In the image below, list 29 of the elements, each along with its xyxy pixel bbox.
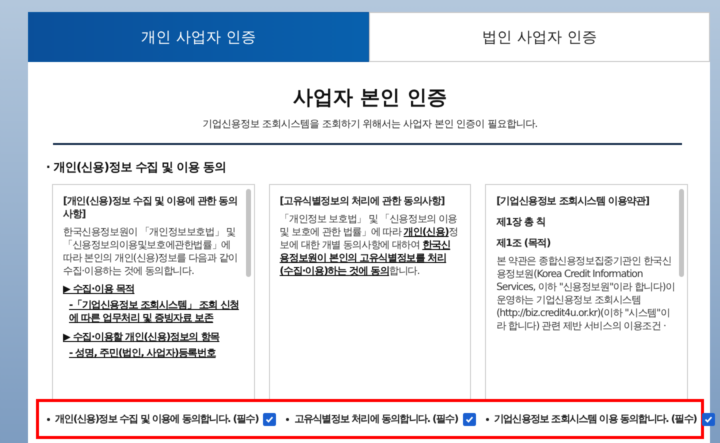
section-text: - 성명, 주민(법인, 사업자)등록번호 <box>68 347 217 360</box>
check-icon <box>704 414 713 424</box>
checkbox[interactable] <box>462 412 476 426</box>
bullet-icon <box>286 418 290 420</box>
card-text: 한국신용정보원이 「개인정보보호법」 및 「신용정보의이용및보호에관한법률」에 따라 본인의 개인(신용)정보를 다음과 같이 수집·이용하는 것에 동의합니다. <box>63 226 238 278</box>
checkbox[interactable] <box>702 412 715 426</box>
card-heading: [기업신용정보 조회시스템 이용약관] <box>496 195 650 208</box>
page-title: 사업자 본인 인증 <box>292 84 448 111</box>
card-text: 「개인정보 보호법」 및 「신용정보의 이용 및 보호에 관한 법률」에 따라 개인(신용)정보에 대한 개별 동의사항에 대하여 한국신용정보원이 본인의 고유식별정보를 처리(수집·이용)하는 것에 동의합니다. <box>280 213 458 278</box>
card-text: 본 약관은 종합신용정보집중기관인 한국신용정보원(Korea Credit Information Services, 이하 "신용정보원"이라 합니다)이 운영하는 기업신용정보 조회시스템(http://biz.credit4u.or.kr)(이하 "시스템"이라 합니다) 관련 제반 서비스의 이용조건 · <box>496 255 676 333</box>
article-heading: 제1장 총 칙 <box>496 216 546 229</box>
tab[interactable]: 법인 사업자 인증 <box>369 12 710 62</box>
section-heading: · 개인(신용)정보 수집 및 이용 동의 <box>46 159 227 176</box>
scrollbar-thumb[interactable] <box>679 189 684 277</box>
check-icon <box>464 414 474 424</box>
checkbox[interactable] <box>263 412 276 426</box>
tab[interactable]: 개인 사업자 인증 <box>28 12 369 62</box>
section-text: -「기업신용정보 조회시스템」 조회 신청에 따른 업무처리 및 증빙자료 보존 <box>68 299 240 325</box>
agreement-label: 기업신용정보 조회시스템 이용 동의합니다. (필수) <box>494 413 697 426</box>
bullet-icon <box>486 418 489 420</box>
check-icon <box>265 414 274 424</box>
card-heading: [고유식별정보의 처리에 관한 동의사항] <box>280 195 446 208</box>
card-heading: [개인(신용)정보 수집 및 이용에 관한 동의사항] <box>63 195 238 221</box>
scrollbar-thumb[interactable] <box>246 189 251 277</box>
agreement-label: 고유식별정보 처리에 동의합니다. (필수) <box>294 413 458 426</box>
bullet-icon <box>47 418 50 420</box>
article-heading: 제1조 (목적) <box>496 237 552 250</box>
page-subtitle: 기업신용정보 조회시스템을 조회하기 위해서는 사업자 본인 인증이 필요합니다. <box>202 118 538 131</box>
agreement-label: 개인(신용)정보 수집 및 이용에 동의합니다. (필수) <box>55 413 258 426</box>
